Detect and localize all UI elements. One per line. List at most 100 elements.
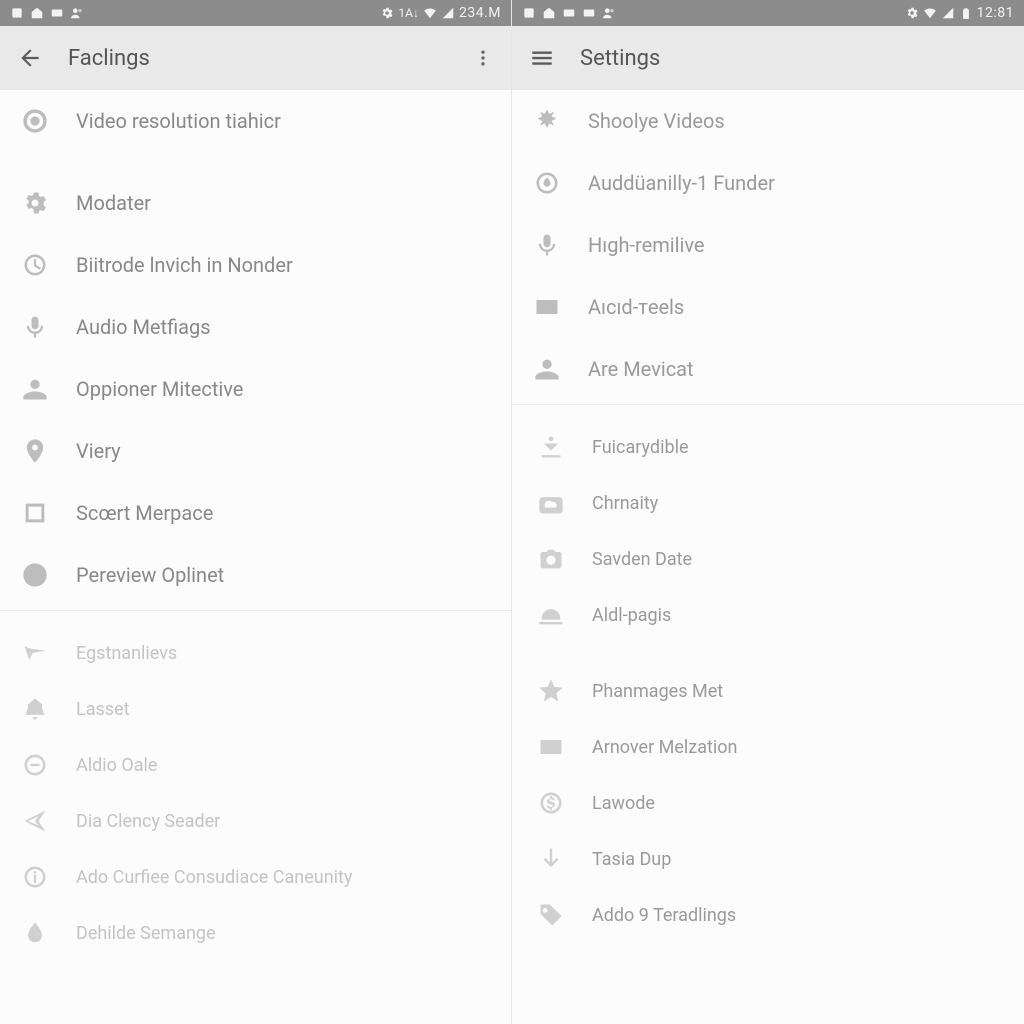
list-item[interactable]: Phanmages Met (512, 663, 1024, 719)
screen-right: 12:81 Settings Shoolye Videos Auddüanilly… (512, 0, 1024, 1024)
page-title: Settings (580, 46, 1008, 71)
list-item[interactable]: Tasia Dup (512, 831, 1024, 887)
list-item-label: Biitrode lnvich in Nonder (76, 253, 293, 277)
list-item-label: Pereview Oplinet (76, 563, 224, 587)
list-item[interactable]: Scœrt Merpace (0, 482, 511, 544)
status-icon (602, 6, 616, 20)
list-item[interactable]: Are Mevicat (512, 338, 1024, 400)
list-item[interactable]: Aıcıd-тeels (512, 276, 1024, 338)
status-icon (542, 6, 556, 20)
info-icon (20, 862, 50, 892)
list-item[interactable]: Savden Date (512, 531, 1024, 587)
list-item[interactable]: Aldl-pagis (512, 587, 1024, 643)
list-item[interactable]: Viery (0, 420, 511, 482)
status-left-icons (10, 6, 84, 20)
list-item[interactable]: Egstnanlievs (0, 625, 511, 681)
status-time: 12:81 (977, 5, 1014, 21)
star-icon (536, 676, 566, 706)
status-bar-left: 1A↓ 234.M (0, 0, 511, 26)
list-item[interactable]: Video resolution tiahicr (0, 90, 511, 152)
status-icon (10, 6, 24, 20)
screen-left: 1A↓ 234.M Faclings Video resolution tiah… (0, 0, 512, 1024)
list-item-label: Aıcıd-тeels (588, 295, 684, 319)
list-item[interactable]: Modater (0, 172, 511, 234)
status-icon (70, 6, 84, 20)
gear-icon (20, 188, 50, 218)
status-icon (50, 6, 64, 20)
list-item[interactable]: Fuicarydible (512, 419, 1024, 475)
circle-minus-icon (20, 750, 50, 780)
settings-status-icon (905, 6, 919, 20)
app-bar-right: Settings (512, 26, 1024, 90)
list-item[interactable]: Ado Curfiee Consudiace Caneunity (0, 849, 511, 905)
signal-icon (941, 6, 955, 20)
list-item-label: Oppioner Mitective (76, 377, 243, 401)
list-item[interactable]: Pereview Oplinet (0, 544, 511, 606)
list-item-label: Viery (76, 439, 121, 463)
list-item[interactable]: Dehilde Semange (0, 905, 511, 961)
dollar-icon (536, 788, 566, 818)
list-item-label: Phanmages Met (592, 681, 723, 702)
list-item[interactable]: Addo 9 Teradlings (512, 887, 1024, 943)
mic-icon (532, 230, 562, 260)
drop-icon (20, 918, 50, 948)
list-item-label: Addo 9 Teradlings (592, 905, 736, 926)
list-item-label: Arnover Melzation (592, 737, 737, 758)
list-item[interactable]: Hıgh-remilive (512, 214, 1024, 276)
list-item-label: Dehilde Semange (76, 923, 216, 944)
list-item-label: Modater (76, 191, 151, 215)
list-item[interactable]: Audio Metfiags (0, 296, 511, 358)
list-item[interactable]: Biitrode lnvich in Nonder (0, 234, 511, 296)
back-button[interactable] (16, 44, 44, 72)
list-item-label: Are Mevicat (588, 357, 694, 381)
list-item[interactable]: Aldio Oale (0, 737, 511, 793)
list-item[interactable]: Shoolye Videos (512, 90, 1024, 152)
status-left-icons (522, 6, 616, 20)
status-icon (562, 6, 576, 20)
download-dot-icon (536, 432, 566, 462)
cloud-box-icon (536, 488, 566, 518)
wifi-icon (423, 6, 437, 20)
menu-button[interactable] (528, 44, 556, 72)
tag-icon (536, 900, 566, 930)
list-item-label: Lawode (592, 793, 655, 814)
status-time: 234.M (459, 5, 501, 21)
list-item[interactable]: Chrnaity (512, 475, 1024, 531)
list-item-label: Auddüanilly-1 Funder (588, 171, 775, 195)
list-item[interactable]: Oppioner Mitective (0, 358, 511, 420)
send-icon (20, 806, 50, 836)
status-right-icons: 1A↓ 234.M (380, 5, 501, 21)
rect-icon (536, 732, 566, 762)
list-item-label: Scœrt Merpace (76, 501, 213, 525)
battery-icon (959, 6, 973, 20)
list-left: Video resolution tiahicr Modater Biitrode … (0, 90, 511, 1024)
rect-icon (532, 292, 562, 322)
target-icon (20, 106, 50, 136)
app-bar-left: Faclings (0, 26, 511, 90)
flame-icon (532, 168, 562, 198)
list-item[interactable]: Dia Clency Seader (0, 793, 511, 849)
list-item-label: Chrnaity (592, 493, 658, 514)
more-button[interactable] (471, 46, 495, 70)
wifi-icon (923, 6, 937, 20)
status-icon (30, 6, 44, 20)
camera-icon (536, 544, 566, 574)
list-item[interactable]: Lawode (512, 775, 1024, 831)
list-item[interactable]: Arnover Melzation (512, 719, 1024, 775)
list-item-label: Dia Clency Seader (76, 811, 220, 832)
list-item[interactable]: Lasset (0, 681, 511, 737)
helmet-icon (536, 600, 566, 630)
status-net-text: 1A↓ (398, 6, 419, 20)
list-item-label: Audio Metfiags (76, 315, 211, 339)
list-item-label: Fuicarydible (592, 437, 689, 458)
signal-icon (441, 6, 455, 20)
list-item-label: Shoolye Videos (588, 109, 725, 133)
list-item-label: Tasia Dup (592, 849, 671, 870)
square-icon (20, 498, 50, 528)
status-icon (582, 6, 596, 20)
status-bar-right: 12:81 (512, 0, 1024, 26)
status-right-icons: 12:81 (905, 5, 1014, 21)
list-item[interactable]: Auddüanilly-1 Funder (512, 152, 1024, 214)
mic-icon (20, 312, 50, 342)
list-item-label: Video resolution tiahicr (76, 109, 281, 133)
